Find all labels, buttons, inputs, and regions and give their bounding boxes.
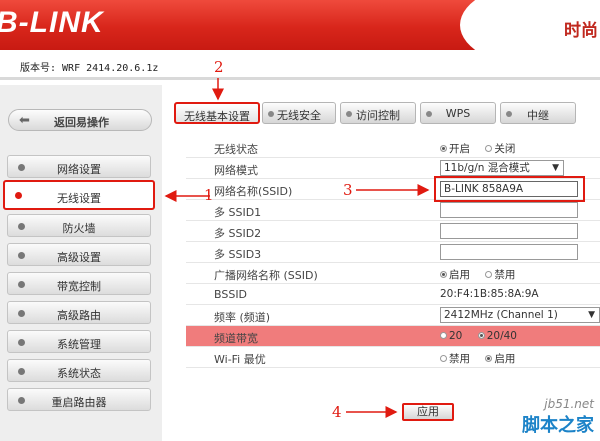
annotation-step-1: 1: [204, 186, 214, 204]
annotation-arrows: [164, 78, 430, 418]
annotation-step-4: 4: [332, 403, 342, 421]
annotation-step-3: 3: [343, 181, 353, 199]
annotation-step-2: 2: [214, 58, 224, 76]
watermark: jb51.net 脚本之家: [522, 397, 594, 436]
